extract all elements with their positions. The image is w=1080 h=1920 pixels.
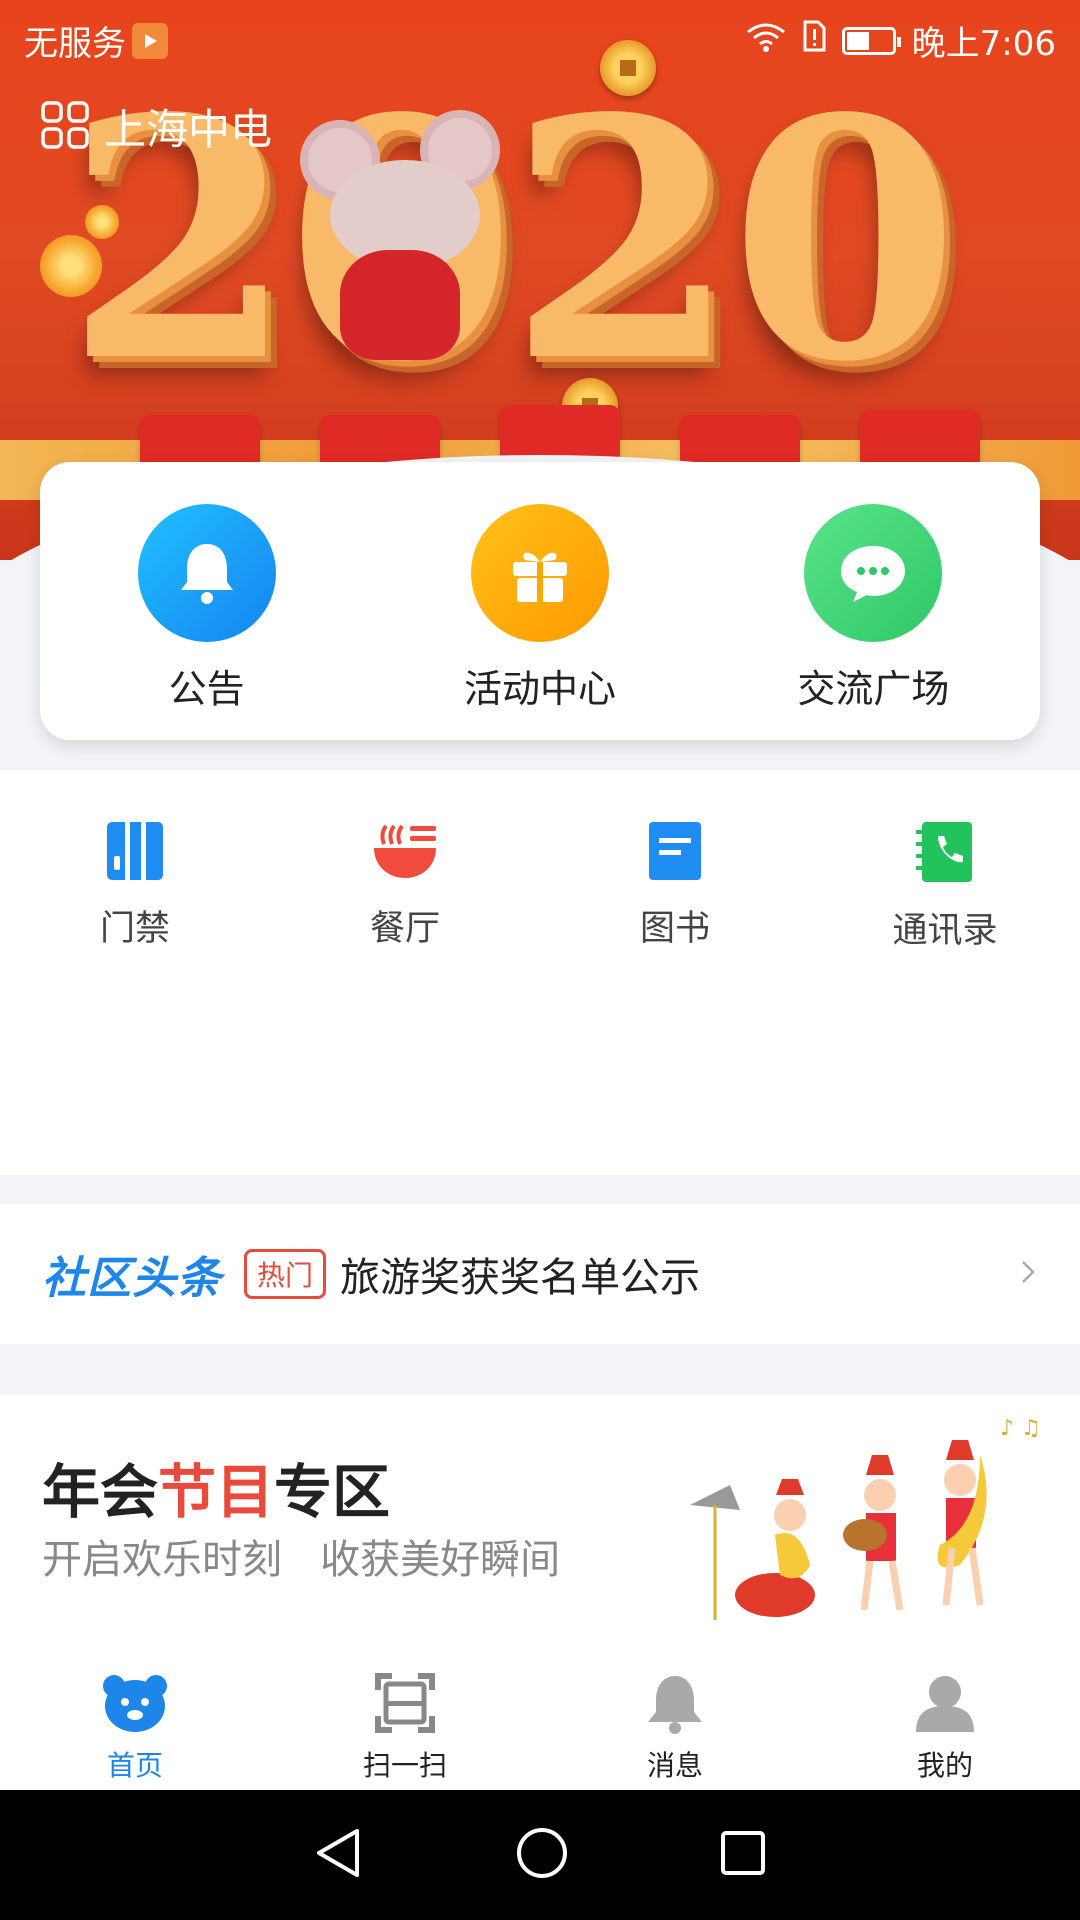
annual-party-subtitle: 开启欢乐时刻 收获美好瞬间	[42, 1537, 561, 1583]
quick-actions-card: 公告 活动中心 交流广场	[40, 462, 1040, 740]
sim-alert-icon	[802, 20, 826, 61]
door-icon	[105, 820, 165, 886]
news-headline[interactable]: 旅游奖获奖名单公示	[340, 1245, 700, 1303]
tab-label: 首页	[106, 1749, 163, 1782]
app-title[interactable]: 上海中电	[104, 96, 272, 157]
tab-scan[interactable]: 扫一扫	[270, 1650, 540, 1790]
tab-label: 消息	[646, 1749, 703, 1782]
services-grid: 门禁 餐厅 图书 通讯录	[0, 770, 1080, 1175]
quick-action-label: 交流广场	[797, 667, 950, 711]
tab-messages[interactable]: 消息	[540, 1650, 810, 1790]
community-headline-row[interactable]: 社区头条 热门 旅游奖获奖名单公示	[0, 1204, 1080, 1344]
service-access-control[interactable]: 门禁	[0, 770, 270, 1175]
system-nav-bar	[0, 1790, 1080, 1920]
bell-icon	[137, 504, 276, 642]
flower-icon	[85, 205, 119, 239]
scan-icon	[374, 1672, 436, 1738]
phonebook-icon	[914, 820, 976, 888]
bowl-icon	[370, 820, 440, 886]
flower-icon	[40, 235, 102, 297]
band-illustration: ♪ ♫	[690, 1416, 1041, 1620]
recents-square-icon[interactable]	[719, 1829, 767, 1881]
service-label: 门禁	[99, 909, 170, 949]
tab-label: 扫一扫	[362, 1749, 447, 1782]
quick-action-forum[interactable]: 交流广场	[707, 462, 1040, 740]
service-label: 图书	[639, 909, 710, 949]
quick-action-announcement[interactable]: 公告	[40, 462, 373, 740]
wifi-icon	[746, 21, 786, 61]
annual-party-title: 年会节目专区	[42, 1458, 391, 1526]
book-icon	[647, 820, 703, 886]
app-header: 上海中电	[40, 96, 272, 157]
carrier-text: 无服务	[24, 24, 126, 64]
service-restaurant[interactable]: 餐厅	[270, 770, 540, 1175]
quick-action-label: 公告	[168, 667, 245, 711]
back-icon[interactable]	[313, 1827, 365, 1883]
tab-profile[interactable]: 我的	[810, 1650, 1080, 1790]
quick-action-activity-center[interactable]: 活动中心	[373, 462, 706, 740]
battery-icon	[841, 26, 901, 55]
svg-text:♪ ♫: ♪ ♫	[1000, 1416, 1041, 1441]
status-bar: 无服务 晚上7:06	[0, 0, 1080, 74]
service-label: 餐厅	[369, 909, 440, 949]
tab-label: 我的	[916, 1749, 973, 1782]
bell-icon	[644, 1672, 706, 1738]
clock-text: 晚上7:06	[911, 24, 1056, 64]
chat-icon	[804, 504, 943, 642]
bottom-tab-bar: 首页 扫一扫 消息 我的	[0, 1650, 1080, 1790]
news-brand-logo: 社区头条	[42, 1253, 222, 1304]
service-contacts[interactable]: 通讯录	[810, 770, 1080, 1175]
bear-home-icon	[100, 1672, 170, 1738]
service-label: 通讯录	[892, 911, 998, 951]
mouse-mascot-illustration	[300, 110, 510, 360]
tab-home[interactable]: 首页	[0, 1650, 270, 1790]
quick-action-label: 活动中心	[463, 667, 616, 711]
annual-party-section[interactable]: 年会节目专区 开启欢乐时刻 收获美好瞬间 ♪ ♫	[0, 1395, 1080, 1650]
service-library[interactable]: 图书	[540, 770, 810, 1175]
chevron-right-icon[interactable]	[1020, 1254, 1036, 1294]
grid-menu-icon[interactable]	[40, 100, 90, 154]
gift-icon	[470, 504, 609, 642]
person-icon	[914, 1672, 976, 1738]
home-circle-icon[interactable]	[515, 1826, 569, 1884]
hot-badge: 热门	[244, 1249, 327, 1299]
play-notification-icon	[132, 22, 168, 59]
